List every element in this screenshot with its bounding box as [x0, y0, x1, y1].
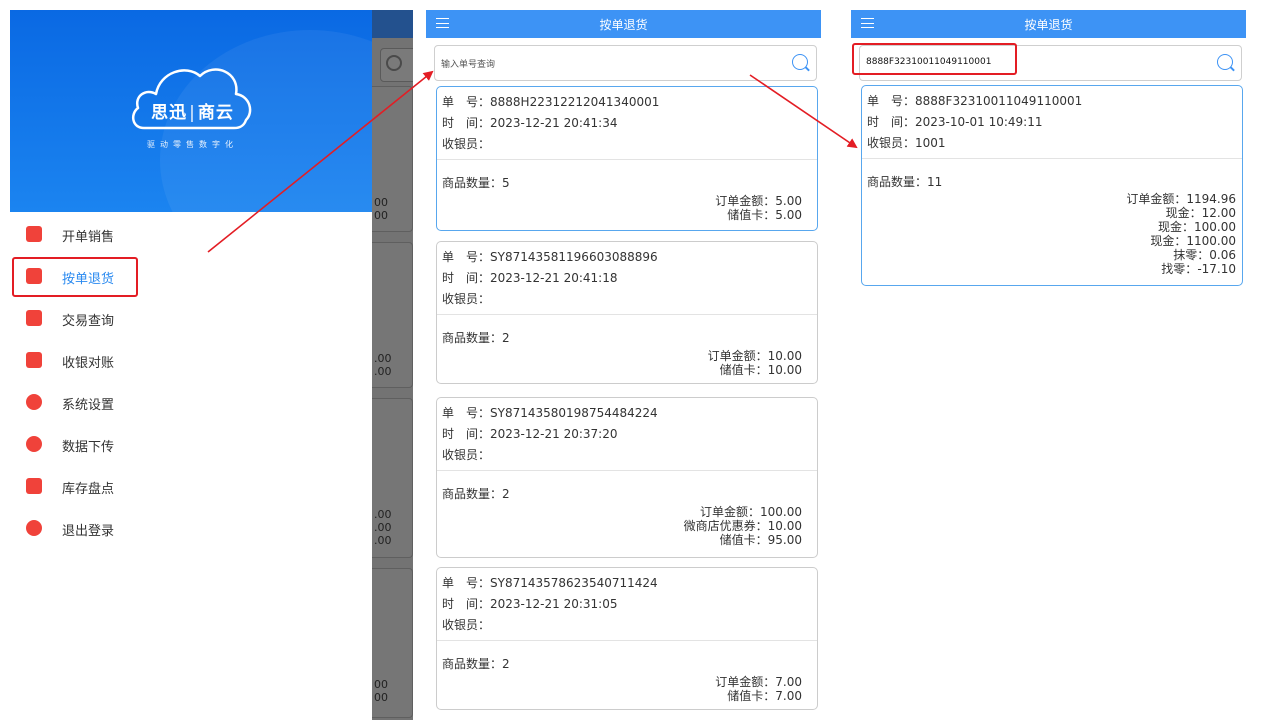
arrow-to-search: [207, 70, 434, 253]
annotation-arrows: [207, 70, 858, 253]
arrow-to-result: [749, 74, 858, 149]
